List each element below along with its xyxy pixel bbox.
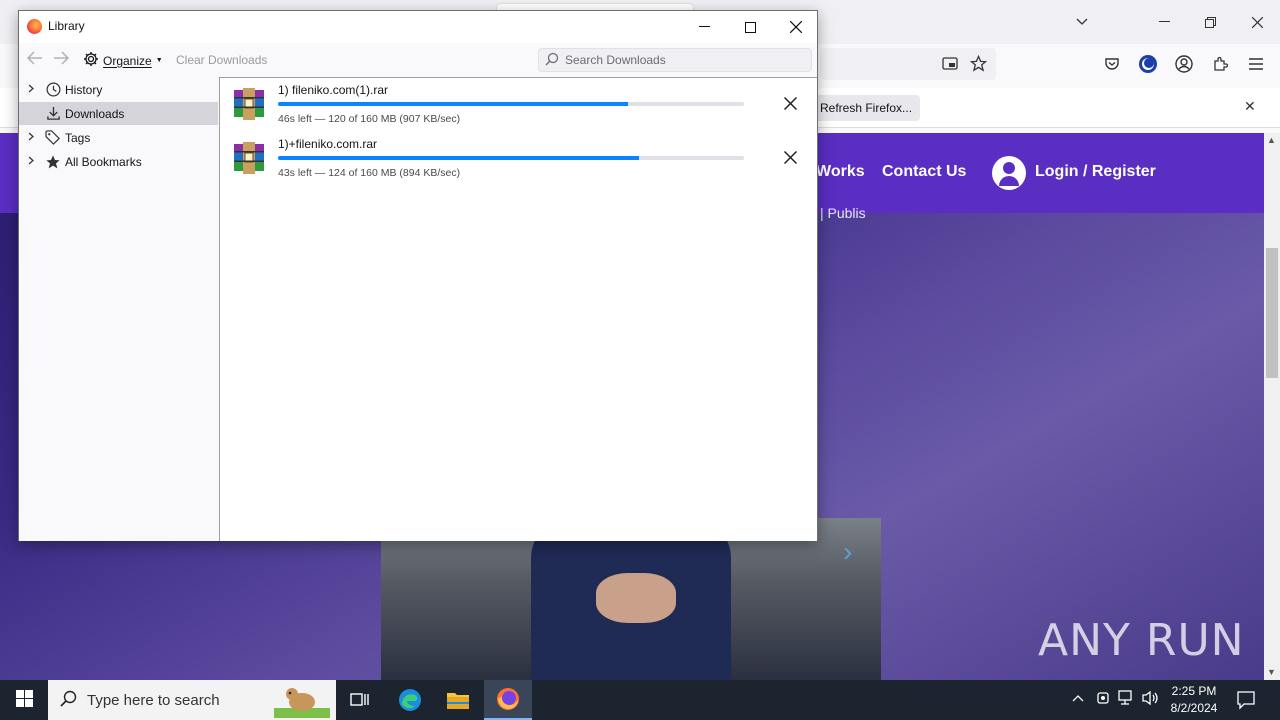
download-progress-bar xyxy=(278,156,744,160)
search-icon xyxy=(60,690,77,710)
forward-arrow-icon[interactable] xyxy=(53,51,70,70)
organize-button[interactable]: Organize ▼ xyxy=(83,51,163,70)
download-status: 46s left — 120 of 160 MB (907 KB/sec) xyxy=(278,113,461,125)
downloads-list: 1) fileniko.com(1).rar 46s left — 120 of… xyxy=(219,77,817,541)
organize-label: Organize xyxy=(103,53,152,68)
firefox-taskbar-icon[interactable] xyxy=(484,680,532,720)
sidebar-item-downloads[interactable]: Downloads xyxy=(19,102,218,125)
sidebar-item-history[interactable]: History xyxy=(19,78,218,101)
minimize-icon[interactable] xyxy=(681,13,727,41)
picture-in-picture-icon[interactable] xyxy=(942,56,958,75)
tray-app-icon[interactable] xyxy=(1096,690,1110,709)
close-icon[interactable] xyxy=(1243,8,1271,36)
dropdown-caret-icon: ▼ xyxy=(155,57,163,64)
minimize-icon[interactable] xyxy=(1150,8,1178,36)
download-filename: 1) fileniko.com(1).rar xyxy=(278,83,389,97)
cancel-download-icon[interactable] xyxy=(778,91,802,115)
download-item[interactable]: 1) fileniko.com(1).rar 46s left — 120 of… xyxy=(220,78,816,132)
nav-link-contact[interactable]: Contact Us xyxy=(882,163,966,181)
library-toolbar: Organize ▼ Clear Downloads xyxy=(19,43,817,77)
search-downloads-input[interactable] xyxy=(565,53,805,67)
user-icon[interactable] xyxy=(992,156,1026,190)
maximize-icon[interactable] xyxy=(727,13,773,41)
window-title: Library xyxy=(48,19,85,33)
download-icon xyxy=(43,106,63,121)
library-sidebar: History Downloads Tags All Bookmarks xyxy=(19,77,219,541)
file-explorer-icon[interactable] xyxy=(434,680,482,720)
taskbar-search-box[interactable]: Type here to search xyxy=(48,680,336,720)
progress-fill xyxy=(278,156,640,160)
library-window: Library Organize ▼ Clear Downloads Searc… xyxy=(18,10,818,541)
restore-icon[interactable] xyxy=(1196,8,1224,36)
cancel-download-icon[interactable] xyxy=(778,145,802,169)
refresh-firefox-button[interactable]: Refresh Firefox... xyxy=(812,95,921,121)
task-view-icon[interactable] xyxy=(336,680,384,720)
close-icon[interactable] xyxy=(773,13,819,41)
search-box[interactable] xyxy=(538,48,812,72)
star-icon xyxy=(43,154,63,170)
sidebar-item-label: All Bookmarks xyxy=(65,154,142,169)
start-button[interactable] xyxy=(0,680,48,720)
taskbar: Type here to search 2:25 PM 8/2/2024 xyxy=(0,680,1280,720)
vpn-icon[interactable] xyxy=(1136,52,1160,76)
scrollbar-thumb[interactable] xyxy=(1266,248,1278,378)
volume-icon[interactable] xyxy=(1142,690,1160,709)
windows-logo-icon xyxy=(15,690,33,710)
download-progress-bar xyxy=(278,102,744,106)
video-next-icon[interactable]: › xyxy=(843,536,852,568)
back-arrow-icon[interactable] xyxy=(26,51,43,70)
sidebar-item-tags[interactable]: Tags xyxy=(19,126,218,149)
firefox-icon xyxy=(27,19,42,34)
sidebar-item-label: Tags xyxy=(65,130,91,145)
clear-downloads-button[interactable]: Clear Downloads xyxy=(176,53,267,67)
menu-icon[interactable] xyxy=(1244,52,1268,76)
progress-fill xyxy=(278,102,628,106)
download-filename: 1)+fileniko.com.rar xyxy=(278,137,378,151)
edge-icon[interactable] xyxy=(386,680,434,720)
scroll-up-icon[interactable]: ▲ xyxy=(1267,135,1276,145)
sidebar-item-all-bookmarks[interactable]: All Bookmarks xyxy=(19,150,218,173)
url-bar[interactable] xyxy=(820,48,996,80)
rar-archive-icon xyxy=(232,88,266,120)
clock-time: 2:25 PM xyxy=(1171,684,1217,698)
expand-chevron-icon[interactable] xyxy=(19,132,43,143)
expand-chevron-icon[interactable] xyxy=(19,156,43,167)
gear-icon xyxy=(83,51,99,70)
scroll-down-icon[interactable]: ▼ xyxy=(1267,667,1276,677)
video-hands xyxy=(596,573,676,623)
library-titlebar[interactable]: Library xyxy=(19,11,817,43)
clock-icon xyxy=(43,82,63,97)
sidebar-item-label: History xyxy=(65,82,103,97)
sidebar-item-label: Downloads xyxy=(65,106,125,121)
hero-video[interactable]: › xyxy=(381,518,881,680)
nav-link-works[interactable]: Works xyxy=(816,163,865,181)
anyrun-watermark: ANY RUN xyxy=(1038,615,1245,666)
page-scrollbar[interactable]: ▲ ▼ xyxy=(1264,133,1280,680)
site-subtitle: | Publis xyxy=(820,205,866,221)
pocket-icon[interactable] xyxy=(1100,52,1124,76)
tag-icon xyxy=(43,130,63,145)
network-icon[interactable] xyxy=(1118,690,1136,709)
expand-chevron-icon[interactable] xyxy=(19,84,43,95)
search-highlight-icon xyxy=(274,682,330,720)
close-notification-icon[interactable]: ✕ xyxy=(1244,98,1256,115)
notification-center-icon[interactable] xyxy=(1236,690,1258,710)
nav-link-login[interactable]: Login / Register xyxy=(1035,163,1156,181)
clock-date: 8/2/2024 xyxy=(1170,701,1218,715)
download-item[interactable]: 1)+fileniko.com.rar 43s left — 124 of 16… xyxy=(220,132,816,186)
download-status: 43s left — 124 of 160 MB (894 KB/sec) xyxy=(278,167,461,179)
search-icon xyxy=(545,52,559,69)
tab-list-chevron-icon[interactable] xyxy=(1068,8,1096,36)
account-icon[interactable] xyxy=(1172,52,1196,76)
bookmark-star-icon[interactable] xyxy=(969,54,988,75)
rar-archive-icon xyxy=(232,142,266,174)
taskbar-search-placeholder: Type here to search xyxy=(87,691,220,709)
extensions-icon[interactable] xyxy=(1208,52,1232,76)
taskbar-clock[interactable]: 2:25 PM 8/2/2024 xyxy=(1164,683,1224,717)
tray-chevron-up-icon[interactable] xyxy=(1072,690,1084,705)
